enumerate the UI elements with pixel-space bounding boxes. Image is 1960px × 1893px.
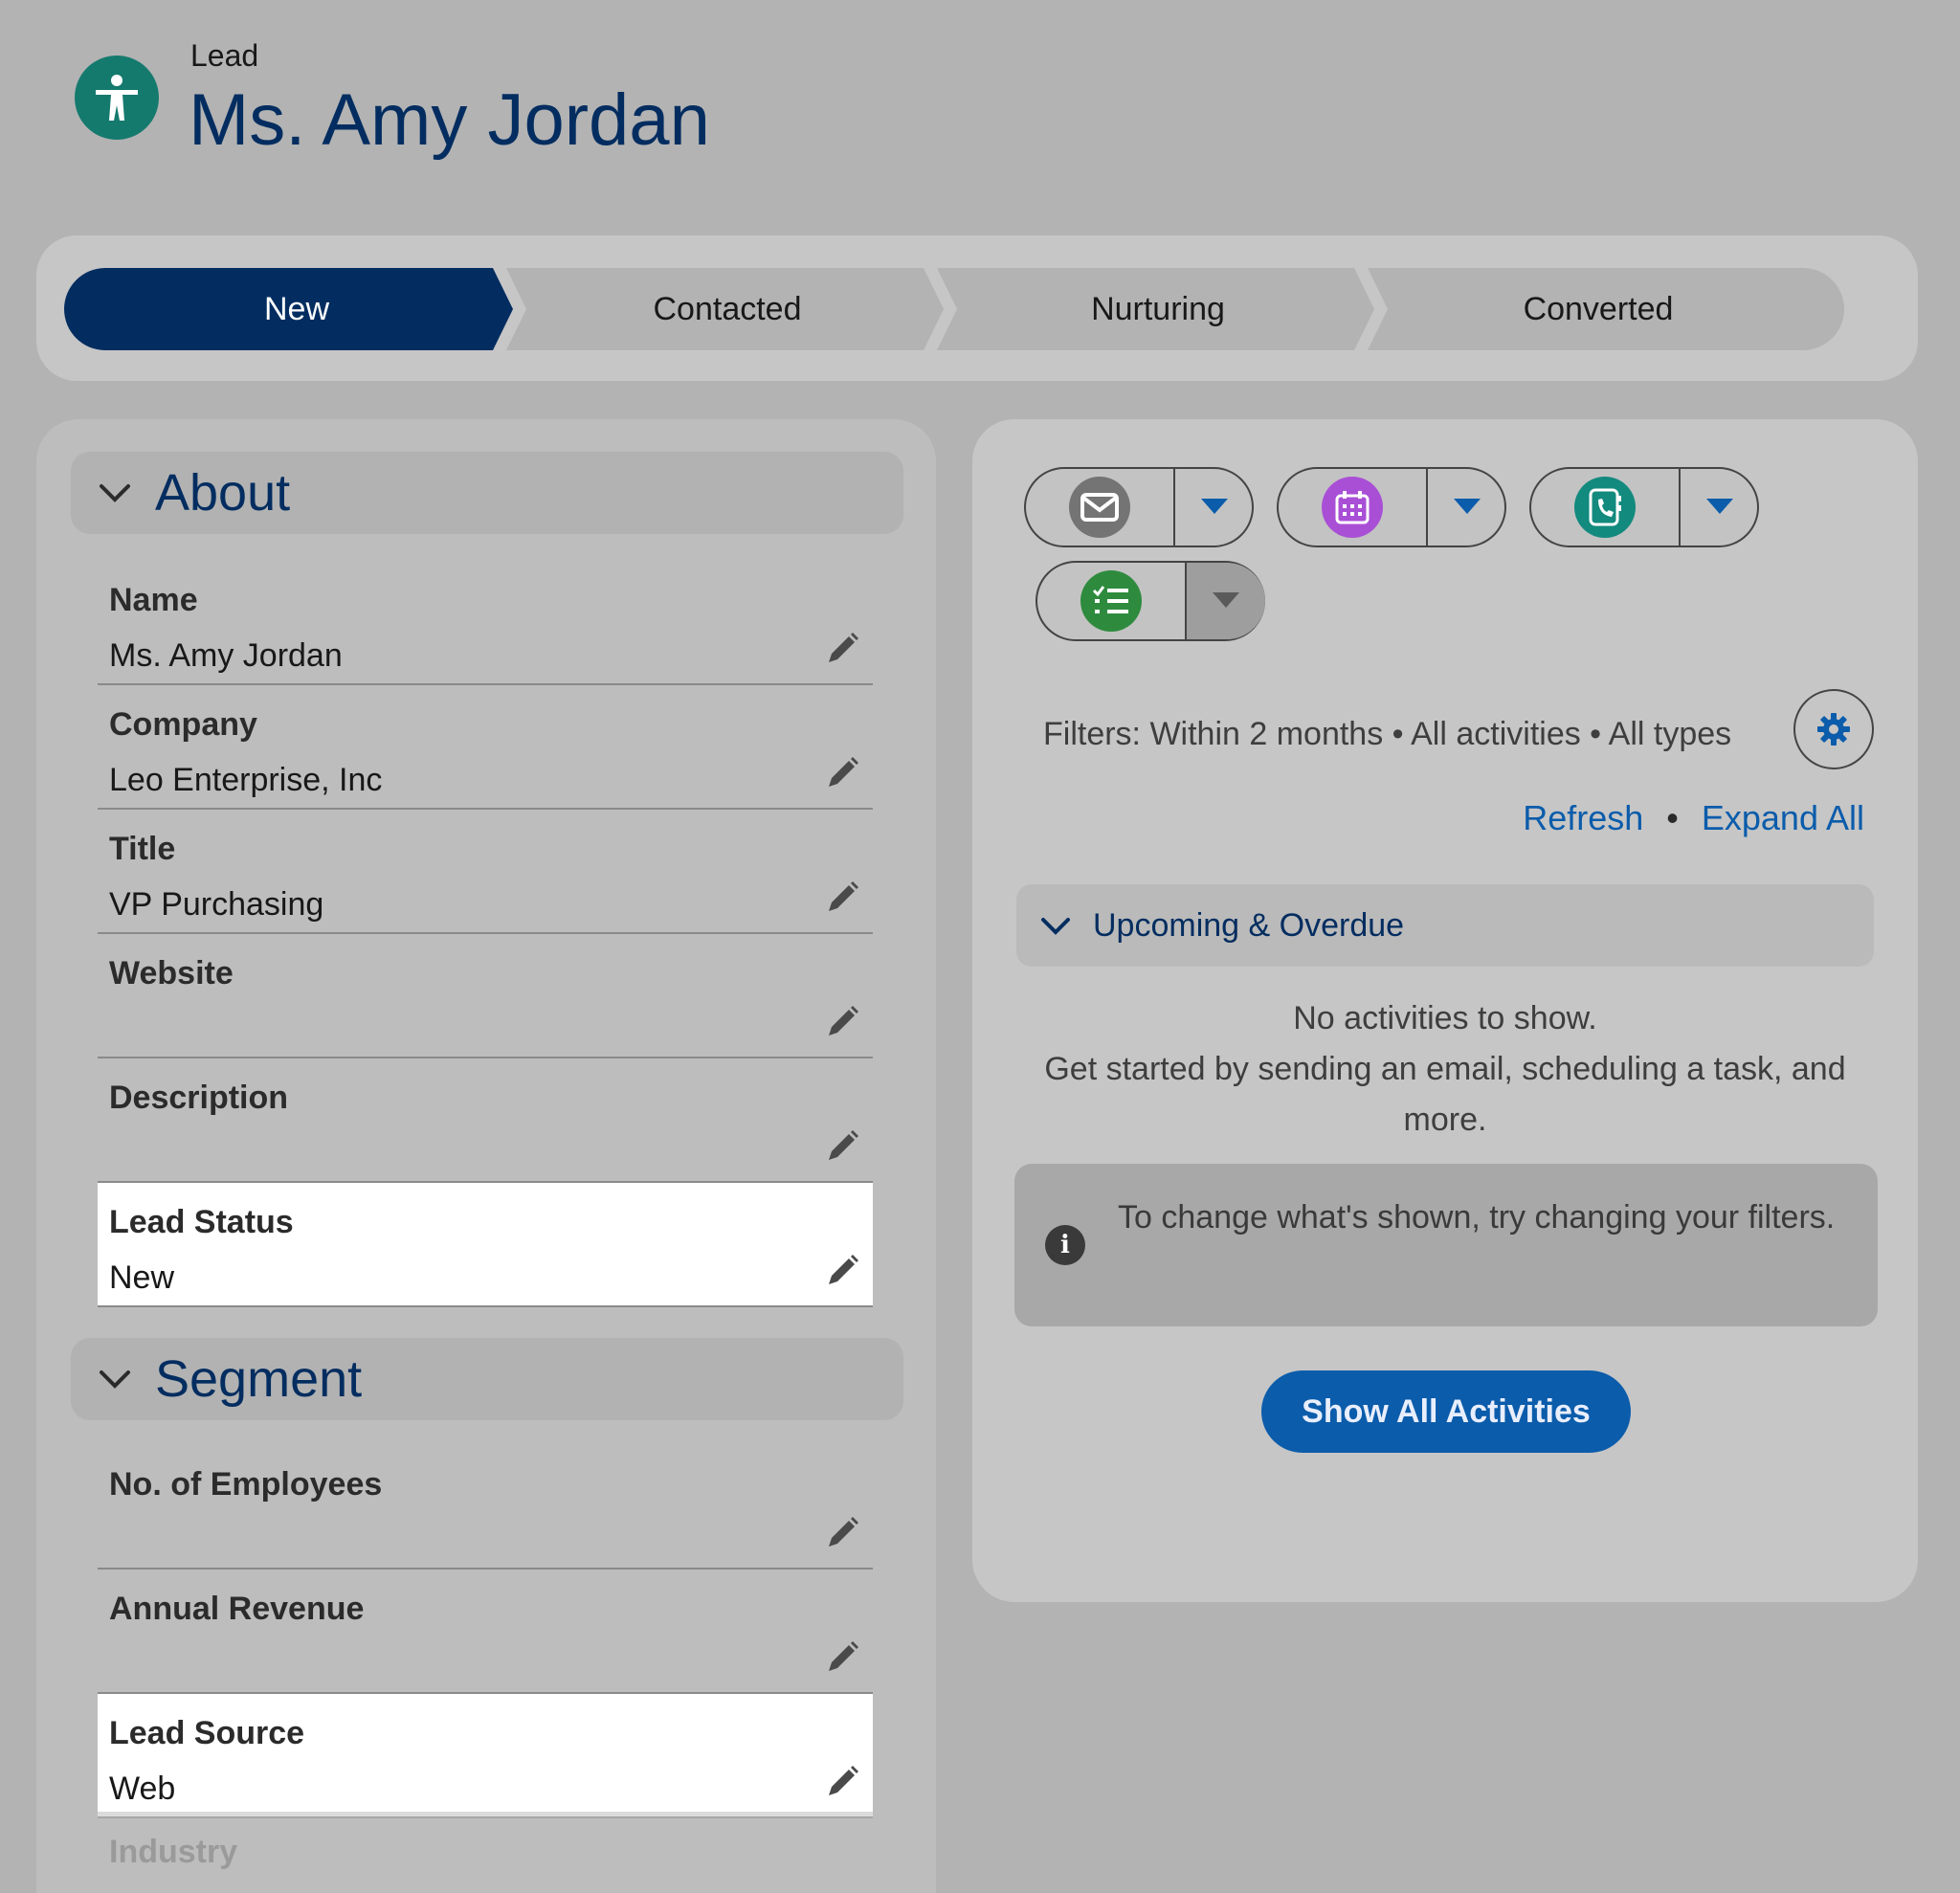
task-dropdown[interactable] xyxy=(1187,563,1265,639)
calendar-icon xyxy=(1322,477,1383,538)
empty-state-message: No activities to show. Get started by se… xyxy=(1016,993,1874,1146)
field-value: New xyxy=(109,1259,175,1296)
show-all-activities-button[interactable]: Show All Activities xyxy=(1261,1370,1631,1453)
link-separator: • xyxy=(1666,798,1679,837)
field-lead-source: Lead Source Web xyxy=(98,1694,873,1818)
call-dropdown[interactable] xyxy=(1681,469,1759,546)
pencil-edit-icon[interactable] xyxy=(823,754,861,792)
field-label: Company xyxy=(109,706,257,743)
field-value: Ms. Amy Jordan xyxy=(109,637,343,674)
field-value: VP Purchasing xyxy=(109,886,324,923)
timeline-links: Refresh • Expand All xyxy=(1523,798,1864,838)
email-icon xyxy=(1069,477,1130,538)
refresh-link[interactable]: Refresh xyxy=(1523,798,1643,837)
empty-state-line-2: Get started by sending an email, schedul… xyxy=(1044,1051,1846,1138)
email-dropdown[interactable] xyxy=(1175,469,1254,546)
field-label: No. of Employees xyxy=(109,1466,383,1503)
segment-section-header[interactable]: Segment xyxy=(71,1338,903,1420)
details-panel: About Name Ms. Amy Jordan Company Leo En… xyxy=(36,419,936,1893)
task-list-icon xyxy=(1080,570,1142,632)
pencil-edit-icon[interactable] xyxy=(823,1638,861,1677)
pencil-edit-icon[interactable] xyxy=(823,879,861,917)
phone-icon xyxy=(1574,477,1636,538)
call-action-button[interactable] xyxy=(1529,467,1759,547)
task-action-button[interactable] xyxy=(1036,561,1265,641)
status-path: New Contacted Nurturing Converted xyxy=(36,235,1918,381)
timeline-settings-button[interactable] xyxy=(1793,689,1874,769)
field-label: Title xyxy=(109,831,176,867)
pencil-edit-icon[interactable] xyxy=(823,1003,861,1041)
about-section-title: About xyxy=(155,464,291,522)
event-action-button[interactable] xyxy=(1277,467,1506,547)
field-value: Web xyxy=(109,1771,176,1807)
pencil-edit-icon[interactable] xyxy=(823,630,861,668)
event-action[interactable] xyxy=(1279,469,1426,546)
caret-down-icon xyxy=(1213,592,1239,608)
record-header: Lead Ms. Amy Jordan xyxy=(75,38,936,172)
chevron-down-icon xyxy=(96,1360,134,1398)
field-label: Name xyxy=(109,582,198,618)
call-action[interactable] xyxy=(1531,469,1679,546)
info-icon: i xyxy=(1045,1225,1085,1265)
email-action[interactable] xyxy=(1026,469,1173,546)
filter-info-text: To change what's shown, try changing you… xyxy=(1118,1199,1836,1236)
field-website: Website xyxy=(98,934,873,1058)
about-section-header[interactable]: About xyxy=(71,452,903,534)
upcoming-overdue-header[interactable]: Upcoming & Overdue xyxy=(1016,884,1874,967)
record-type-label: Lead xyxy=(190,38,259,73)
record-name-title: Ms. Amy Jordan xyxy=(189,79,710,161)
path-stage-contacted[interactable]: Contacted xyxy=(526,268,928,350)
pencil-edit-icon[interactable] xyxy=(823,1763,861,1801)
caret-down-icon xyxy=(1201,499,1228,514)
event-dropdown[interactable] xyxy=(1428,469,1506,546)
filters-summary: Filters: Within 2 months • All activitie… xyxy=(1043,716,1732,752)
gear-icon xyxy=(1817,713,1850,746)
field-label: Lead Source xyxy=(109,1715,305,1751)
field-name: Name Ms. Amy Jordan xyxy=(98,561,873,685)
segment-section-title: Segment xyxy=(155,1350,363,1408)
field-lead-status: Lead Status New xyxy=(98,1183,873,1307)
empty-state-line-1: No activities to show. xyxy=(1293,1000,1597,1036)
field-no-of-employees: No. of Employees xyxy=(98,1445,873,1570)
lead-person-icon xyxy=(75,56,159,140)
field-description: Description xyxy=(98,1058,873,1183)
field-label: Annual Revenue xyxy=(109,1591,365,1627)
field-industry-label: Industry xyxy=(109,1834,238,1870)
chevron-down-icon xyxy=(1039,908,1074,943)
field-annual-revenue: Annual Revenue xyxy=(98,1570,873,1694)
pencil-edit-icon[interactable] xyxy=(823,1127,861,1166)
field-title: Title VP Purchasing xyxy=(98,810,873,934)
caret-down-icon xyxy=(1454,499,1481,514)
field-label: Description xyxy=(109,1080,289,1116)
chevron-down-icon xyxy=(96,474,134,512)
field-company: Company Leo Enterprise, Inc xyxy=(98,685,873,810)
upcoming-overdue-title: Upcoming & Overdue xyxy=(1093,906,1405,944)
path-stage-new[interactable]: New xyxy=(105,268,488,350)
path-stage-nurturing[interactable]: Nurturing xyxy=(957,268,1359,350)
activity-panel: Filters: Within 2 months • All activitie… xyxy=(972,419,1918,1602)
pencil-edit-icon[interactable] xyxy=(823,1252,861,1290)
field-label: Lead Status xyxy=(109,1204,294,1240)
pencil-edit-icon[interactable] xyxy=(823,1514,861,1552)
expand-all-link[interactable]: Expand All xyxy=(1702,798,1864,837)
email-action-button[interactable] xyxy=(1024,467,1254,547)
field-label: Website xyxy=(109,955,234,991)
caret-down-icon xyxy=(1706,499,1733,514)
task-action[interactable] xyxy=(1037,563,1185,639)
filter-info-notice: i To change what's shown, try changing y… xyxy=(1014,1164,1878,1326)
path-stage-converted[interactable]: Converted xyxy=(1388,268,1809,350)
field-value: Leo Enterprise, Inc xyxy=(109,762,383,798)
